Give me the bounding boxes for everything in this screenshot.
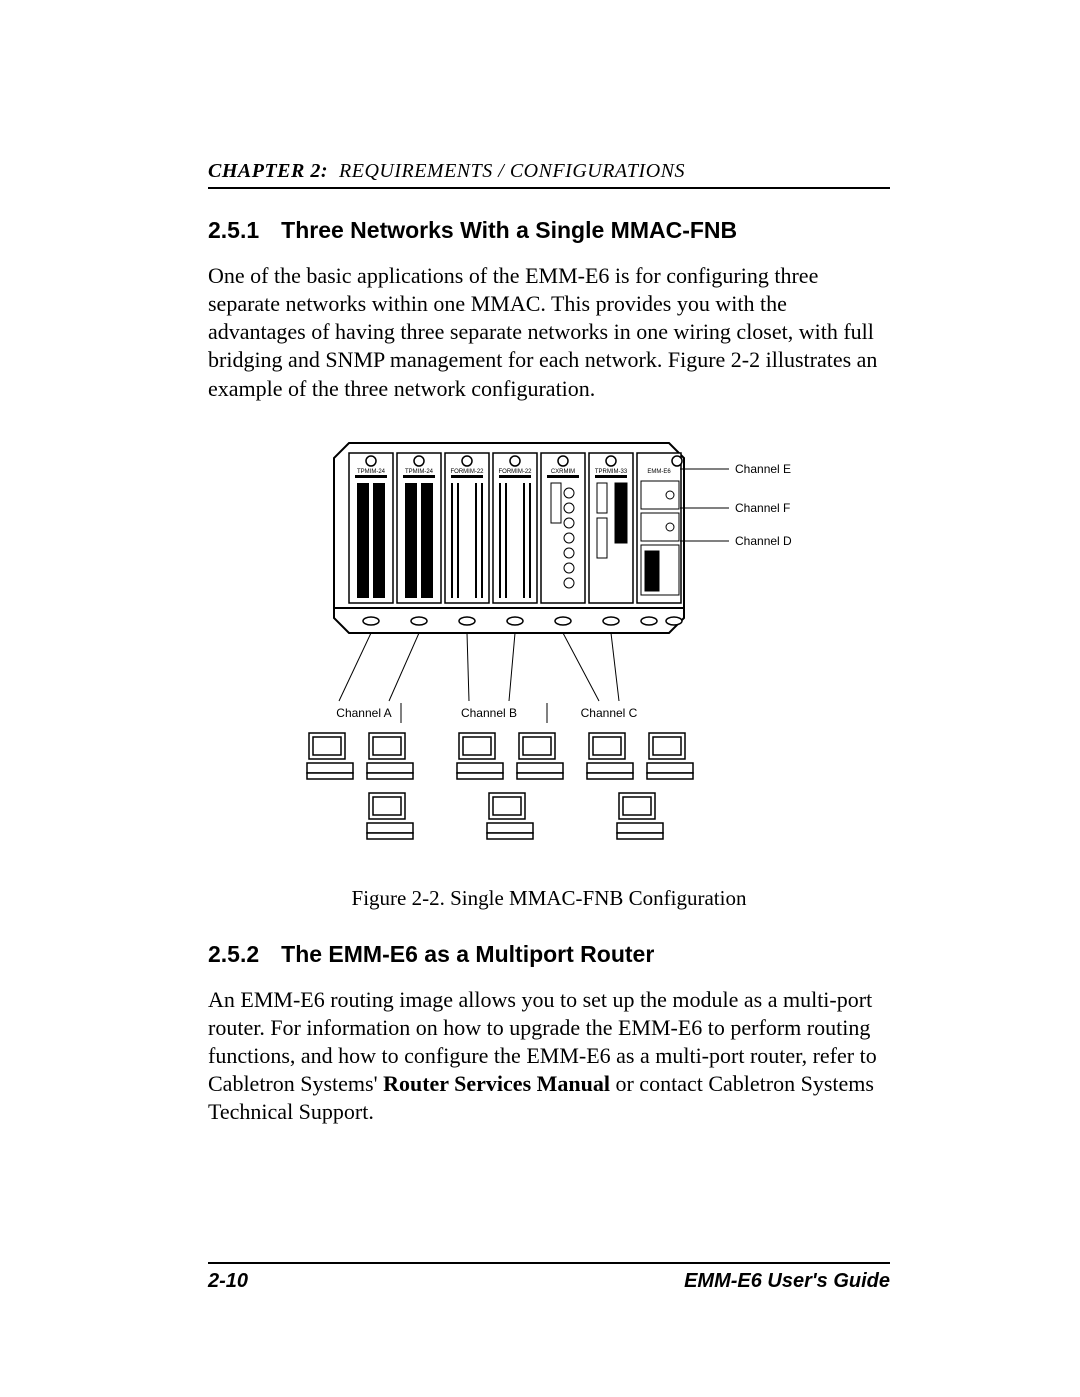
label-channel-f: Channel F (735, 501, 790, 515)
label-channel-c: Channel C (581, 706, 638, 720)
section-251-body: One of the basic applications of the EMM… (208, 262, 890, 403)
book-title: EMM-E6 User's Guide (684, 1270, 890, 1293)
section-heading-251: 2.5.1 Three Networks With a Single MMAC-F… (208, 217, 890, 244)
section-heading-252: 2.5.2 The EMM-E6 as a Multiport Router (208, 941, 890, 968)
slot-label: FORMIM-22 (451, 469, 485, 475)
page: CHAPTER 2: REQUIREMENTS / CONFIGURATIONS… (0, 0, 1080, 1397)
section-number: 2.5.1 (208, 217, 259, 244)
slot-label: FORMIM-22 (499, 469, 533, 475)
slot-label: TPMIM-24 (357, 469, 386, 475)
slot-label: TPMIM-24 (405, 469, 434, 475)
section-title: Three Networks With a Single MMAC-FNB (281, 217, 737, 243)
slot-label: CXRMIM (551, 469, 575, 475)
section-252-body: An EMM-E6 routing image allows you to se… (208, 986, 890, 1127)
chapter-label: CHAPTER 2: (208, 160, 328, 182)
label-channel-b: Channel B (461, 706, 517, 720)
figure-caption: Figure 2-2. Single MMAC-FNB Configuratio… (208, 886, 890, 911)
section-title: The EMM-E6 as a Multiport Router (281, 941, 654, 967)
chapter-title: REQUIREMENTS / CONFIGURATIONS (334, 160, 685, 182)
mmac-diagram: TPMIM-24 TPMIM-24 FORMIM-22 FORMIM-22 CX… (289, 433, 809, 863)
figure-2-2: TPMIM-24 TPMIM-24 FORMIM-22 FORMIM-22 CX… (208, 433, 890, 868)
slot-label: TPRMIM-33 (595, 469, 628, 475)
label-channel-e: Channel E (735, 462, 791, 476)
label-channel-a: Channel A (336, 706, 391, 720)
slot-labels: TPMIM-24 TPMIM-24 FORMIM-22 FORMIM-22 CX… (357, 469, 671, 475)
workstation-icons (307, 733, 693, 839)
chapter-header: CHAPTER 2: REQUIREMENTS / CONFIGURATIONS (208, 160, 890, 189)
router-manual-ref: Router Services Manual (383, 1071, 610, 1096)
page-footer: 2-10 EMM-E6 User's Guide (208, 1262, 890, 1293)
section-number: 2.5.2 (208, 941, 259, 968)
page-number: 2-10 (208, 1270, 248, 1293)
label-channel-d: Channel D (735, 534, 792, 548)
slot-label: EMM-E6 (647, 469, 671, 475)
